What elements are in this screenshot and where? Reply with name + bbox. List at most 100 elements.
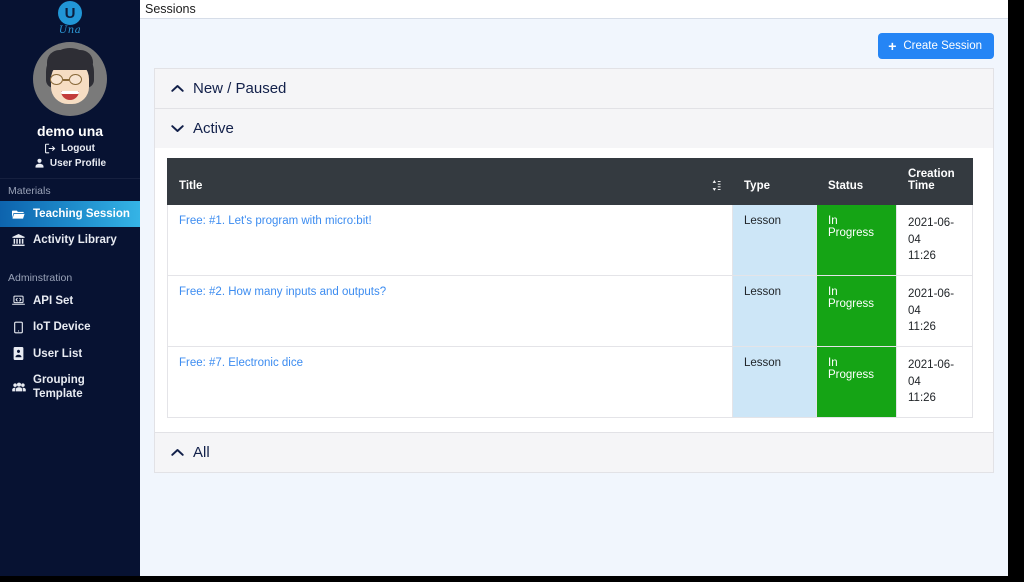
panel-all-header[interactable]: All: [155, 433, 993, 472]
topbar: Sessions: [140, 0, 1008, 19]
create-session-button[interactable]: + Create Session: [878, 33, 994, 59]
panel-new-paused-label: New / Paused: [193, 80, 287, 97]
cell-title: Free: #7. Electronic dice: [167, 346, 733, 419]
status-badge: In Progress: [816, 346, 897, 419]
chevron-up-icon: [171, 82, 184, 95]
sidebar-item-label: User List: [33, 347, 83, 360]
panel-active: Active Title Type Status Creation Time F…: [154, 109, 994, 434]
sidebar-item-label: API Set: [33, 294, 74, 307]
content-area: + Create Session New / Paused Active Tit…: [140, 19, 1008, 576]
creation-clock: 11:26: [908, 392, 936, 405]
session-title-link[interactable]: Free: #7. Electronic dice: [179, 357, 303, 369]
avatar-teeth-shape: [61, 91, 79, 94]
screen-edge-right: [1008, 0, 1024, 582]
bank-icon: [12, 234, 26, 247]
column-header-status[interactable]: Status: [816, 158, 897, 205]
table-row[interactable]: Free: #7. Electronic dice Lesson In Prog…: [167, 346, 973, 419]
logo-mark-letter: U: [64, 4, 76, 22]
sidebar-item-label: Teaching Session: [33, 208, 130, 220]
una-logo-icon: U: [58, 1, 82, 25]
sidebar-item-activity-library[interactable]: Activity Library: [0, 227, 140, 253]
logo-wordmark: Una: [58, 25, 82, 36]
page-title: Sessions: [145, 2, 196, 16]
column-header-creation-time-label: Creation Time: [908, 168, 955, 192]
cell-type: Lesson: [732, 275, 817, 348]
sidebar-item-label: Grouping Template: [33, 373, 85, 401]
panel-active-header[interactable]: Active: [155, 109, 993, 148]
user-profile-link[interactable]: User Profile: [0, 158, 140, 169]
chevron-down-icon: [171, 122, 184, 135]
panel-all-label: All: [193, 444, 210, 462]
sidebar-item-user-list[interactable]: User List: [0, 341, 140, 367]
plus-icon: +: [888, 38, 897, 54]
main-area: Sessions + Create Session New / Paused A…: [140, 0, 1008, 576]
avatar-fringe-shape: [47, 50, 93, 70]
cell-creation-time: 2021-06-04 11:26: [896, 346, 973, 419]
column-header-title[interactable]: Title: [167, 158, 733, 205]
cell-type: Lesson: [732, 203, 817, 277]
user-name: demo una: [36, 123, 104, 139]
column-header-status-label: Status: [828, 180, 864, 192]
cell-title: Free: #1. Let's program with micro:bit!: [167, 203, 733, 277]
status-badge: In Progress: [816, 275, 897, 348]
column-header-type[interactable]: Type: [732, 158, 817, 205]
screen-edge-bottom: [0, 576, 1024, 582]
laptop-code-icon: [12, 294, 26, 307]
cell-creation-time: 2021-06-04 11:26: [896, 275, 973, 348]
cell-title: Free: #2. How many inputs and outputs?: [167, 275, 733, 348]
avatar-glasses-bridge: [63, 79, 69, 81]
column-header-type-label: Type: [744, 180, 770, 192]
folder-open-icon: [12, 208, 26, 221]
nav-group-materials-title: Materials: [8, 185, 51, 197]
creation-date: 2021-06-04: [908, 217, 955, 246]
creation-clock: 11:26: [908, 321, 936, 334]
avatar: [33, 42, 107, 116]
creation-date: 2021-06-04: [908, 288, 955, 317]
sidebar-item-teaching-session[interactable]: Teaching Session: [0, 201, 140, 228]
user-profile-icon: [34, 158, 45, 169]
sidebar-item-label: Activity Library: [33, 234, 117, 247]
panel-new-paused: New / Paused: [154, 68, 994, 109]
creation-date: 2021-06-04: [908, 359, 955, 388]
logout-icon: [45, 143, 56, 154]
toolbar: + Create Session: [154, 19, 994, 59]
create-session-label: Create Session: [903, 40, 982, 52]
panel-all: All: [154, 433, 994, 474]
sidebar-item-label: IoT Device: [33, 321, 91, 334]
column-header-title-label: Title: [179, 180, 203, 192]
table-row[interactable]: Free: #1. Let's program with micro:bit! …: [167, 203, 973, 277]
app-window: U Una demo una Logout User Profile Mater…: [0, 0, 1008, 576]
session-title-link[interactable]: Free: #1. Let's program with micro:bit!: [179, 215, 372, 227]
brand-logo[interactable]: U Una: [0, 0, 140, 36]
avatar-glasses-right: [69, 74, 82, 85]
table-row[interactable]: Free: #2. How many inputs and outputs? L…: [167, 275, 973, 348]
users-icon: [12, 381, 26, 394]
id-badge-icon: [12, 347, 26, 361]
cell-creation-time: 2021-06-04 11:26: [896, 203, 973, 277]
column-header-creation-time[interactable]: Creation Time: [896, 158, 973, 205]
logout-link[interactable]: Logout: [0, 143, 140, 154]
sidebar-item-grouping-template[interactable]: Grouping Template: [0, 367, 140, 408]
sidebar-item-iot-device[interactable]: IoT Device: [0, 314, 140, 340]
sort-updown-icon[interactable]: [712, 180, 721, 192]
tablet-icon: [12, 321, 26, 334]
sessions-table: Title Type Status Creation Time Free: #1…: [167, 158, 973, 419]
chevron-up-icon: [171, 446, 184, 459]
cell-type: Lesson: [732, 346, 817, 419]
creation-clock: 11:26: [908, 250, 936, 263]
panel-active-body: Title Type Status Creation Time Free: #1…: [155, 148, 993, 433]
panel-active-label: Active: [193, 120, 234, 137]
status-badge: In Progress: [816, 203, 897, 277]
table-header-row: Title Type Status Creation Time: [167, 158, 973, 205]
sidebar: U Una demo una Logout User Profile Mater…: [0, 0, 140, 576]
user-profile-label: User Profile: [49, 158, 107, 169]
nav-group-administration-title: Adminstration: [8, 271, 73, 284]
avatar-glasses-left: [50, 74, 63, 85]
logout-label: Logout: [61, 143, 95, 154]
table-header: Title Type Status Creation Time: [167, 158, 973, 205]
table-body: Free: #1. Let's program with micro:bit! …: [167, 203, 973, 419]
session-title-link[interactable]: Free: #2. How many inputs and outputs?: [179, 286, 386, 298]
sidebar-item-api-set[interactable]: API Set: [0, 288, 140, 314]
panel-new-paused-header[interactable]: New / Paused: [155, 69, 993, 108]
